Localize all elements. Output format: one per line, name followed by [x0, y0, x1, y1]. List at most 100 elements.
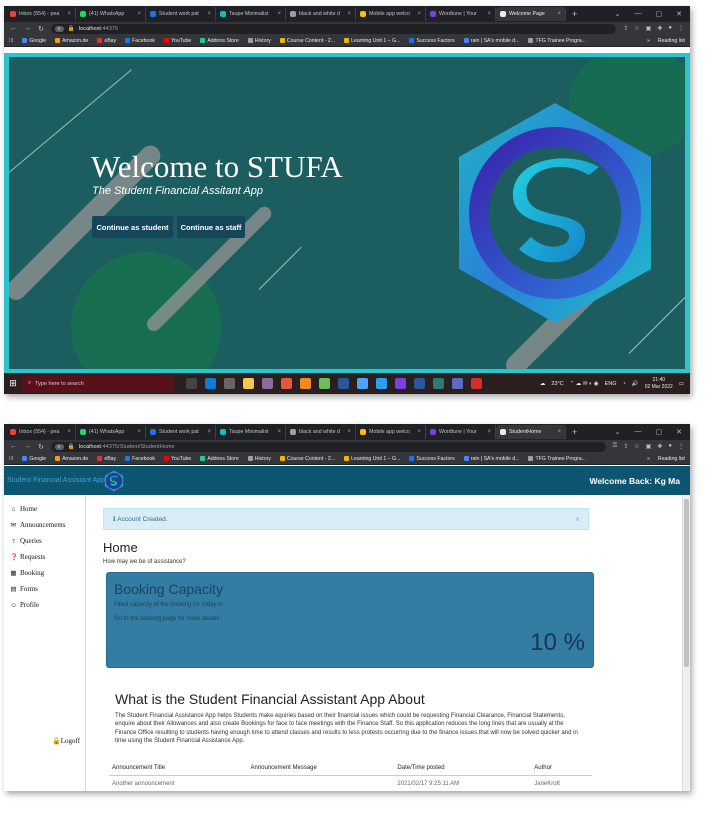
close-tab-icon[interactable]: ×: [347, 429, 351, 435]
table-row[interactable]: Another announcement 2021/02/17 9:25:11 A…: [109, 776, 592, 787]
bookmark-item[interactable]: Course Content - 2...: [279, 456, 335, 462]
browser-tab[interactable]: StudentHome ×: [496, 425, 566, 439]
app-icon[interactable]: [319, 378, 330, 389]
file-explorer-icon[interactable]: [243, 378, 254, 389]
bookmark-item[interactable]: Facebook: [125, 38, 155, 44]
task-view-icon[interactable]: [186, 378, 197, 389]
bookmark-item[interactable]: TFG Trainee Progra...: [528, 38, 586, 44]
language-indicator[interactable]: ENG: [605, 381, 617, 387]
share-icon[interactable]: ⇪: [623, 443, 628, 450]
reload-icon[interactable]: ↻: [38, 443, 44, 451]
new-tab-button[interactable]: +: [566, 9, 583, 19]
close-tab-icon[interactable]: ×: [67, 429, 71, 435]
puzzle-icon[interactable]: ✚: [657, 443, 662, 450]
browser-tab[interactable]: Taupe Minimalist ×: [216, 425, 286, 439]
scrollbar-thumb[interactable]: [684, 499, 689, 667]
bookmark-item[interactable]: History: [247, 38, 271, 44]
close-tab-icon[interactable]: ×: [277, 11, 281, 17]
chevron-down-icon[interactable]: ⌄: [615, 10, 621, 18]
browser-tab[interactable]: Mobile app welco ×: [356, 7, 426, 21]
bookmark-item[interactable]: Google: [22, 38, 46, 44]
minimize-icon[interactable]: —: [635, 428, 642, 436]
maximize-icon[interactable]: ▢: [656, 10, 663, 18]
sidebar-item-home[interactable]: ⌂ Home: [10, 505, 38, 513]
star-icon[interactable]: ☆: [634, 443, 639, 450]
bookmark-item[interactable]: rain | SA's mobile d...: [463, 38, 519, 44]
browser-tab[interactable]: black and white d ×: [286, 425, 356, 439]
apps-grid-icon[interactable]: ⁞⁞⁞: [9, 38, 13, 44]
close-tab-icon[interactable]: ×: [277, 429, 281, 435]
bookmark-item[interactable]: Amazon.de: [55, 38, 88, 44]
bookmark-item[interactable]: Google: [22, 456, 46, 462]
browser-tab[interactable]: Student work pat ×: [146, 7, 216, 21]
avatar-icon[interactable]: ●: [668, 443, 672, 450]
vlc-icon[interactable]: [300, 378, 311, 389]
bookmark-item[interactable]: Addons Store: [200, 38, 239, 44]
browser-tab[interactable]: Wordtune | Your ×: [426, 425, 496, 439]
apps-grid-icon[interactable]: ⁞⁞⁞: [9, 456, 13, 462]
word-icon[interactable]: [414, 378, 425, 389]
profile-chip[interactable]: ◐: [54, 443, 64, 450]
app-icon[interactable]: [433, 378, 444, 389]
logoff-link[interactable]: 🔒Logoff: [52, 737, 80, 745]
url-field[interactable]: ◐ 🔒 localhost:44375: [50, 23, 617, 34]
sidebar-item-announcements[interactable]: ✉ Announcements: [10, 521, 66, 529]
close-tab-icon[interactable]: ×: [137, 11, 141, 17]
bookmark-item[interactable]: Addons Store: [200, 456, 239, 462]
bookmark-item[interactable]: History: [247, 456, 271, 462]
bookmark-item[interactable]: TFG Trainee Progra...: [528, 456, 586, 462]
avatar-icon[interactable]: ●: [668, 25, 672, 32]
card-text-booking-link[interactable]: Go to the booking page for more details: [114, 616, 219, 622]
weather-icon[interactable]: ☁: [540, 381, 546, 387]
reload-icon[interactable]: ↻: [38, 25, 44, 33]
more-bookmarks-icon[interactable]: »: [647, 38, 650, 44]
close-tab-icon[interactable]: ×: [487, 11, 491, 17]
close-tab-icon[interactable]: ×: [417, 11, 421, 17]
bookmark-item[interactable]: YouTube: [163, 456, 191, 462]
continue-as-staff-button[interactable]: Continue as staff: [177, 216, 245, 238]
bookmark-item[interactable]: Success Factors: [409, 456, 455, 462]
new-tab-button[interactable]: +: [566, 427, 583, 437]
notification-icon[interactable]: ▭: [679, 381, 684, 387]
more-bookmarks-icon[interactable]: »: [647, 456, 650, 462]
sidebar-item-booking[interactable]: ▦ Booking: [10, 569, 44, 577]
app-icon[interactable]: [262, 378, 273, 389]
bookmark-item[interactable]: Facebook: [125, 456, 155, 462]
browser-tab[interactable]: Mobile app welco ×: [356, 425, 426, 439]
visual-studio-icon[interactable]: [395, 378, 406, 389]
close-tab-icon[interactable]: ×: [137, 429, 141, 435]
browser-tab[interactable]: (41) WhatsApp ×: [76, 7, 146, 21]
chrome-icon[interactable]: [281, 378, 292, 389]
forward-icon[interactable]: →: [24, 25, 31, 32]
minimize-icon[interactable]: —: [635, 10, 642, 18]
app-icon[interactable]: [357, 378, 368, 389]
app-brand[interactable]: Student Financial Assistant App: [4, 477, 105, 484]
alert-close-button[interactable]: ×: [575, 515, 580, 524]
close-tab-icon[interactable]: ×: [417, 429, 421, 435]
back-icon[interactable]: ←: [10, 25, 17, 32]
browser-tab[interactable]: Taupe Minimalist ×: [216, 7, 286, 21]
bookmark-item[interactable]: rain | SA's mobile d...: [463, 456, 519, 462]
browser-tab[interactable]: black and white d ×: [286, 7, 356, 21]
bookmark-item[interactable]: eBay: [97, 456, 116, 462]
menu-icon[interactable]: ⋮: [678, 443, 684, 450]
browser-tab[interactable]: (41) WhatsApp ×: [76, 425, 146, 439]
vscode-icon[interactable]: [376, 378, 387, 389]
app-icon[interactable]: [452, 378, 463, 389]
puzzle-icon[interactable]: ✚: [657, 25, 662, 32]
close-window-icon[interactable]: ✕: [676, 10, 682, 18]
close-tab-icon[interactable]: ×: [557, 11, 561, 17]
back-icon[interactable]: ←: [10, 443, 17, 450]
close-tab-icon[interactable]: ×: [557, 429, 561, 435]
scrollbar[interactable]: [682, 495, 690, 791]
extension-icon[interactable]: ▣: [646, 25, 652, 32]
bookmark-item[interactable]: Course Content - 2...: [279, 38, 335, 44]
browser-tab[interactable]: Student work pat ×: [146, 425, 216, 439]
browser-tab[interactable]: Welcome Page ×: [496, 7, 566, 21]
clock[interactable]: 21:40 02 Mar 2022: [645, 377, 673, 391]
bookmark-item[interactable]: YouTube: [163, 38, 191, 44]
browser-tab[interactable]: Inbox (554) - pea ×: [6, 425, 76, 439]
key-icon[interactable]: ⚿: [613, 443, 618, 450]
forward-icon[interactable]: →: [24, 443, 31, 450]
chevron-down-icon[interactable]: ⌄: [615, 428, 621, 436]
